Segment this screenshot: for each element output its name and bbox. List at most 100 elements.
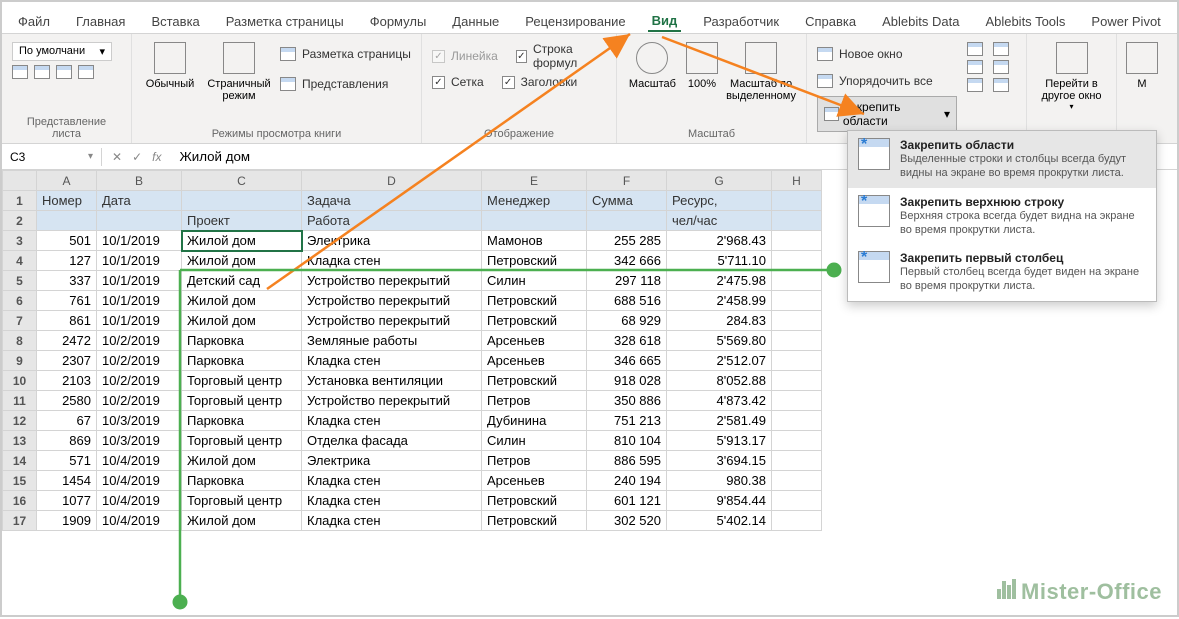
cell[interactable]: 861 [37, 311, 97, 331]
cell[interactable]: Парковка [182, 471, 302, 491]
header-cell[interactable]: Работа [302, 211, 482, 231]
col-header-C[interactable]: C [182, 171, 302, 191]
header-cell[interactable]: Дата [97, 191, 182, 211]
row-header[interactable]: 8 [3, 331, 37, 351]
cell[interactable]: Устройство перекрытий [302, 271, 482, 291]
cell[interactable]: Жилой дом [182, 311, 302, 331]
cell[interactable]: 297 118 [587, 271, 667, 291]
header-cell[interactable] [97, 211, 182, 231]
cell[interactable]: 302 520 [587, 511, 667, 531]
options-icon[interactable] [78, 65, 94, 79]
cell[interactable]: Устройство перекрытий [302, 391, 482, 411]
cell[interactable]: 10/1/2019 [97, 271, 182, 291]
header-cell[interactable] [587, 211, 667, 231]
header-cell[interactable]: Задача [302, 191, 482, 211]
col-header-H[interactable]: H [772, 171, 822, 191]
cell[interactable]: Детский сад [182, 271, 302, 291]
cell[interactable] [772, 491, 822, 511]
cell[interactable]: 67 [37, 411, 97, 431]
cell[interactable] [772, 471, 822, 491]
cell[interactable]: 10/1/2019 [97, 251, 182, 271]
cell[interactable]: 10/2/2019 [97, 351, 182, 371]
freeze-panes-item[interactable]: Закрепить областиВыделенные строки и сто… [848, 131, 1156, 188]
tab-вид[interactable]: Вид [648, 11, 682, 32]
cell[interactable]: 2'458.99 [667, 291, 772, 311]
cell[interactable] [772, 511, 822, 531]
cell[interactable]: 328 618 [587, 331, 667, 351]
row-header[interactable]: 13 [3, 431, 37, 451]
cell[interactable]: Петров [482, 451, 587, 471]
cell[interactable]: 10/1/2019 [97, 291, 182, 311]
cell[interactable] [772, 311, 822, 331]
cell[interactable] [772, 371, 822, 391]
col-header-E[interactable]: E [482, 171, 587, 191]
cell[interactable]: Петровский [482, 511, 587, 531]
cell[interactable]: 350 886 [587, 391, 667, 411]
row-header[interactable]: 11 [3, 391, 37, 411]
cell[interactable]: 751 213 [587, 411, 667, 431]
cell[interactable]: 886 595 [587, 451, 667, 471]
cell[interactable]: Парковка [182, 351, 302, 371]
header-cell[interactable]: Номер [37, 191, 97, 211]
custom-views-button[interactable]: Представления [280, 72, 411, 96]
cell[interactable]: Петровский [482, 291, 587, 311]
header-cell[interactable]: Ресурс, [667, 191, 772, 211]
gridlines-checkbox[interactable]: ✓Сетка [432, 70, 484, 94]
cell[interactable]: Мамонов [482, 231, 587, 251]
page-layout-button[interactable]: Разметка страницы [280, 42, 411, 66]
header-cell[interactable]: Сумма [587, 191, 667, 211]
cell[interactable]: Торговый центр [182, 431, 302, 451]
cell[interactable]: 284.83 [667, 311, 772, 331]
cell[interactable]: 10/2/2019 [97, 331, 182, 351]
freeze-top-row-item[interactable]: Закрепить верхнюю строкуВерхняя строка в… [848, 188, 1156, 245]
cell[interactable]: 342 666 [587, 251, 667, 271]
cell[interactable]: 1454 [37, 471, 97, 491]
header-cell[interactable] [37, 211, 97, 231]
reset-pos-icon[interactable] [993, 78, 1009, 92]
cell[interactable]: 10/2/2019 [97, 371, 182, 391]
cell[interactable]: Жилой дом [182, 251, 302, 271]
row-header[interactable]: 12 [3, 411, 37, 431]
cell[interactable]: Дубинина [482, 411, 587, 431]
cell[interactable]: Парковка [182, 331, 302, 351]
row-header[interactable]: 3 [3, 231, 37, 251]
header-cell[interactable] [482, 211, 587, 231]
cancel-icon[interactable]: ✕ [112, 150, 122, 164]
header-cell[interactable]: чел/час [667, 211, 772, 231]
name-box[interactable]: C3▾ [2, 148, 102, 166]
cell[interactable]: Силин [482, 431, 587, 451]
cell[interactable]: Петровский [482, 251, 587, 271]
cell[interactable]: Арсеньев [482, 331, 587, 351]
cell[interactable]: Кладка стен [302, 351, 482, 371]
cell[interactable]: 10/1/2019 [97, 311, 182, 331]
cell[interactable]: 2'475.98 [667, 271, 772, 291]
keep-icon[interactable] [12, 65, 28, 79]
cell[interactable]: 10/3/2019 [97, 411, 182, 431]
cell[interactable] [772, 391, 822, 411]
cell[interactable]: 2103 [37, 371, 97, 391]
row-header[interactable]: 14 [3, 451, 37, 471]
cell[interactable]: Электрика [302, 451, 482, 471]
cell[interactable] [772, 431, 822, 451]
row-header[interactable]: 15 [3, 471, 37, 491]
cell[interactable]: Установка вентиляции [302, 371, 482, 391]
header-cell[interactable]: Менеджер [482, 191, 587, 211]
cell[interactable]: Петровский [482, 311, 587, 331]
cell[interactable]: 2580 [37, 391, 97, 411]
cell[interactable] [772, 251, 822, 271]
tab-формулы[interactable]: Формулы [366, 12, 431, 31]
cell[interactable]: 2'968.43 [667, 231, 772, 251]
header-cell[interactable] [772, 191, 822, 211]
cell[interactable]: Торговый центр [182, 371, 302, 391]
cell[interactable]: Электрика [302, 231, 482, 251]
switch-window-button[interactable]: Перейти в другое окно▾ [1037, 38, 1106, 111]
cell[interactable] [772, 411, 822, 431]
cell[interactable]: Устройство перекрытий [302, 291, 482, 311]
cell[interactable]: Земляные работы [302, 331, 482, 351]
cell[interactable]: 688 516 [587, 291, 667, 311]
cell[interactable]: Жилой дом [182, 231, 302, 251]
cell[interactable]: 2'512.07 [667, 351, 772, 371]
unhide-icon[interactable] [967, 78, 983, 92]
col-header-A[interactable]: A [37, 171, 97, 191]
row-header[interactable]: 6 [3, 291, 37, 311]
